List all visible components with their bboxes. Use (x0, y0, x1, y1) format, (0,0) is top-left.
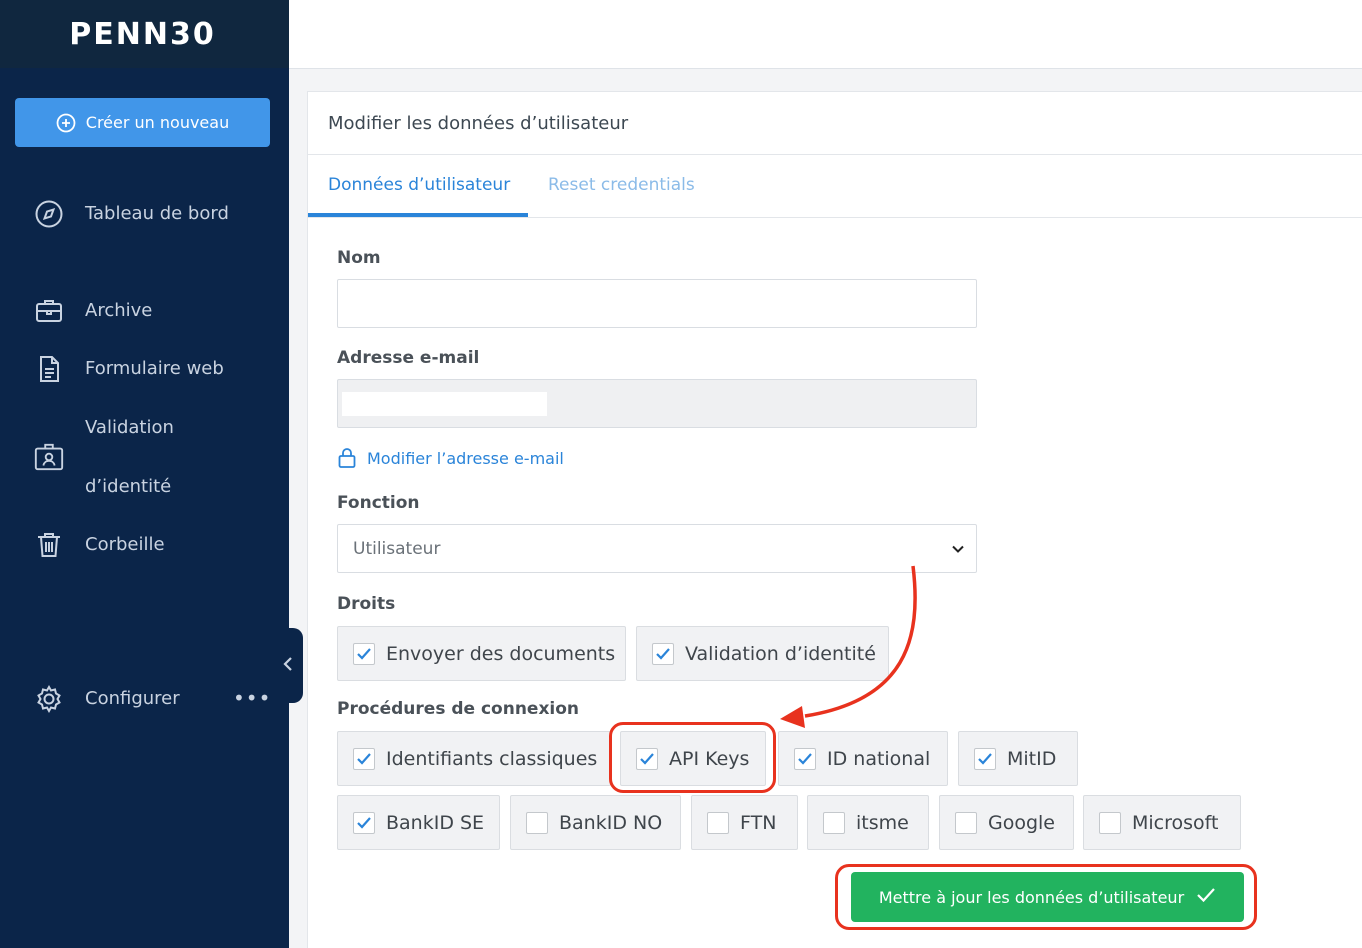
create-new-label: Créer un nouveau (85, 113, 230, 132)
checkbox-unchecked-icon (955, 811, 977, 834)
checkbox-label: BankID SE (386, 811, 485, 834)
function-select[interactable]: Utilisateur (337, 524, 977, 573)
checkbox-label: ID national (827, 747, 931, 770)
compass-icon (33, 198, 65, 230)
form.login_methods-checkbox[interactable]: API Keys (620, 731, 766, 786)
checkbox-label: Identifiants classiques (386, 747, 598, 770)
name-label: Nom (337, 248, 381, 268)
change-email-label: Modifier l’adresse e-mail (367, 448, 564, 468)
sidebar-item-label: Corbeille (85, 534, 165, 555)
function-label: Fonction (337, 493, 420, 513)
tab-user-data[interactable]: Données d’utilisateur (328, 175, 510, 195)
lock-icon (337, 447, 357, 469)
plus-circle-icon (56, 113, 76, 133)
checkbox-checked-icon (974, 747, 996, 770)
checkbox-label: itsme (856, 811, 909, 834)
checkbox-unchecked-icon (707, 811, 729, 834)
checkbox-checked-icon (353, 811, 375, 834)
checkbox-checked-icon (652, 642, 674, 665)
update-user-label: Mettre à jour les données d’utilisateur (878, 887, 1185, 907)
sidebar-item-label: Archive (85, 300, 153, 321)
checkbox-label: Validation d’identité (685, 642, 876, 665)
checkbox-label: API Keys (669, 747, 750, 770)
card-title: Modifier les données d’utilisateur (308, 92, 1362, 155)
login-procedures-label: Procédures de connexion (337, 699, 580, 719)
tab-bar: Données d’utilisateur Reset credentials (308, 155, 1362, 218)
form.login_methods-checkbox[interactable]: itsme (807, 795, 929, 850)
function-value: Utilisateur (353, 538, 441, 559)
checkbox-checked-icon (636, 747, 658, 770)
checkbox-label: Google (988, 811, 1056, 834)
sidebar-item-label: Formulaire web (85, 358, 224, 379)
collapse-sidebar-button[interactable] (273, 628, 303, 703)
sidebar-item-dashboard[interactable]: Tableau de bord (33, 184, 229, 243)
sidebar-item-webform[interactable]: Formulaire web (33, 339, 224, 398)
briefcase-icon (33, 295, 65, 327)
update-user-button[interactable]: Mettre à jour les données d’utilisateur (851, 872, 1244, 922)
form.rights-checkbox[interactable]: Validation d’identité (636, 626, 889, 681)
gear-icon (33, 683, 65, 715)
sidebar-item-label: Tableau de bord (85, 203, 229, 224)
checkbox-label: Envoyer des documents (386, 642, 616, 665)
document-icon (33, 353, 65, 385)
sidebar-item-configure[interactable]: Configurer (33, 669, 180, 728)
sidebar-item-label: Configurer (85, 688, 180, 709)
email-label: Adresse e-mail (337, 348, 480, 368)
more-options-icon[interactable]: ••• (233, 686, 271, 710)
checkmark-icon (1196, 887, 1216, 907)
id-badge-icon (33, 441, 65, 473)
form.login_methods-checkbox[interactable]: Google (939, 795, 1074, 850)
sidebar: PENN30 Créer un nouveau Tableau de bord … (0, 0, 303, 948)
checkbox-label: MitID (1007, 747, 1057, 770)
tab-reset-credentials[interactable]: Reset credentials (548, 175, 695, 195)
checkbox-unchecked-icon (526, 811, 548, 834)
sidebar-item-identity-validation[interactable]: Validation d’identité (33, 398, 174, 516)
checkbox-checked-icon (353, 747, 375, 770)
checkbox-unchecked-icon (1099, 811, 1121, 834)
sidebar-item-trash[interactable]: Corbeille (33, 515, 165, 574)
top-bar (289, 0, 1362, 69)
checkbox-checked-icon (353, 642, 375, 665)
checkbox-checked-icon (794, 747, 816, 770)
form.login_methods-checkbox[interactable]: ID national (778, 731, 948, 786)
logo-bar: PENN30 (0, 0, 289, 68)
chevron-down-icon (950, 541, 966, 562)
form.login_methods-checkbox[interactable]: BankID SE (337, 795, 500, 850)
checkbox-label: FTN (740, 811, 777, 834)
trash-icon (33, 529, 65, 561)
sidebar-item-label: Validation (85, 417, 174, 438)
form.rights-checkbox[interactable]: Envoyer des documents (337, 626, 626, 681)
checkbox-label: Microsoft (1132, 811, 1219, 834)
form.login_methods-checkbox[interactable]: MitID (958, 731, 1078, 786)
form.login_methods-checkbox[interactable]: Microsoft (1083, 795, 1241, 850)
checkbox-label: BankID NO (559, 811, 663, 834)
form.login_methods-checkbox[interactable]: BankID NO (510, 795, 681, 850)
active-tab-indicator (308, 213, 528, 217)
email-value (342, 392, 547, 416)
create-new-button[interactable]: Créer un nouveau (15, 98, 270, 147)
rights-label: Droits (337, 594, 396, 614)
name-input[interactable] (337, 279, 977, 328)
change-email-link[interactable]: Modifier l’adresse e-mail (337, 447, 564, 469)
form.login_methods-checkbox[interactable]: FTN (691, 795, 798, 850)
sidebar-item-label-line2: d’identité (85, 476, 172, 497)
checkbox-unchecked-icon (823, 811, 845, 834)
form.login_methods-checkbox[interactable]: Identifiants classiques (337, 731, 611, 786)
sidebar-item-archive[interactable]: Archive (33, 281, 152, 340)
logo[interactable]: PENN30 (69, 17, 215, 52)
chevron-left-icon (282, 656, 294, 676)
sidebar-item-label-group: Validation d’identité (85, 398, 174, 516)
